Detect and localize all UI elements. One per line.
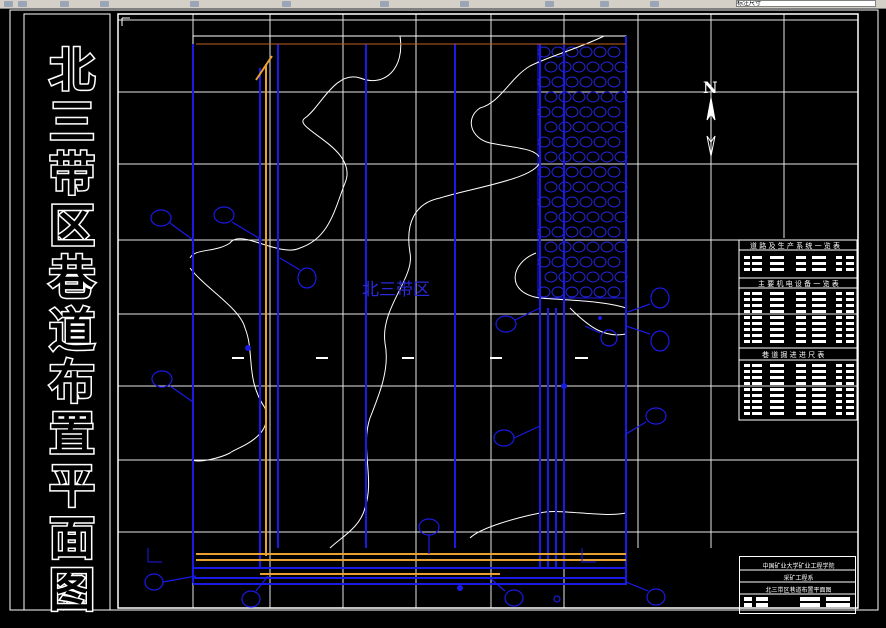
callouts [144,206,670,608]
legend-table-title-3: 巷 道 掘 进 进 尺 表 [762,351,825,359]
toolbar-icon[interactable] [100,1,109,7]
title-block-dept: 采矿工程系 [783,575,814,582]
title-char: 平 [48,459,97,514]
title-block-school: 中国矿业大学矿业工程学院 [762,563,835,570]
cad-canvas[interactable]: 北三带区巷道布置平面图 北三带区 N 道 路 及 生 产 系 统 一 览 表 主… [0,8,886,628]
title-char: 置 [48,407,97,462]
layer-select[interactable]: 标注尺寸 [736,0,876,7]
north-label: N [703,78,718,97]
legend-table-title-2: 主 要 机 电 设 备 一 览 表 [758,280,839,288]
north-arrow-icon [706,97,716,157]
toolbar-icon[interactable] [650,1,659,7]
toolbar-icon[interactable] [282,1,291,7]
title-char: 道 [48,303,97,358]
drawing-svg [9,9,879,612]
toolbar-icon[interactable] [18,1,27,7]
blue-roadways [192,36,627,585]
toolbar-icon[interactable] [600,1,609,7]
title-block-drawing-name: 北三带区巷道布置平面图 [765,587,832,594]
toolbar-icon[interactable] [4,1,13,7]
title-char: 图 [48,563,97,618]
title-char: 面 [48,511,97,566]
legend-table-title-1: 道 路 及 生 产 系 统 一 览 表 [750,242,841,250]
title-char: 区 [48,199,97,254]
title-block: 中国矿业大学矿业工程学院 采矿工程系 北三带区巷道布置平面图 [739,556,856,614]
title-char: 三 [48,95,97,150]
toolbar-icon[interactable] [60,1,69,7]
vertical-drawing-title: 北三带区巷道布置平面图 [36,43,108,618]
title-char: 带 [48,147,97,202]
panel-boundary [192,35,627,585]
title-char: 布 [48,355,97,410]
title-char: 巷 [48,251,97,306]
toolbar-icon[interactable] [190,1,199,7]
goaf-hatch [537,43,627,299]
toolbar-icon[interactable] [545,1,554,7]
title-char: 北 [48,43,97,98]
region-label: 北三带区 [362,280,430,300]
toolbar-icon[interactable] [380,1,389,7]
toolbar-icon[interactable] [460,1,469,7]
